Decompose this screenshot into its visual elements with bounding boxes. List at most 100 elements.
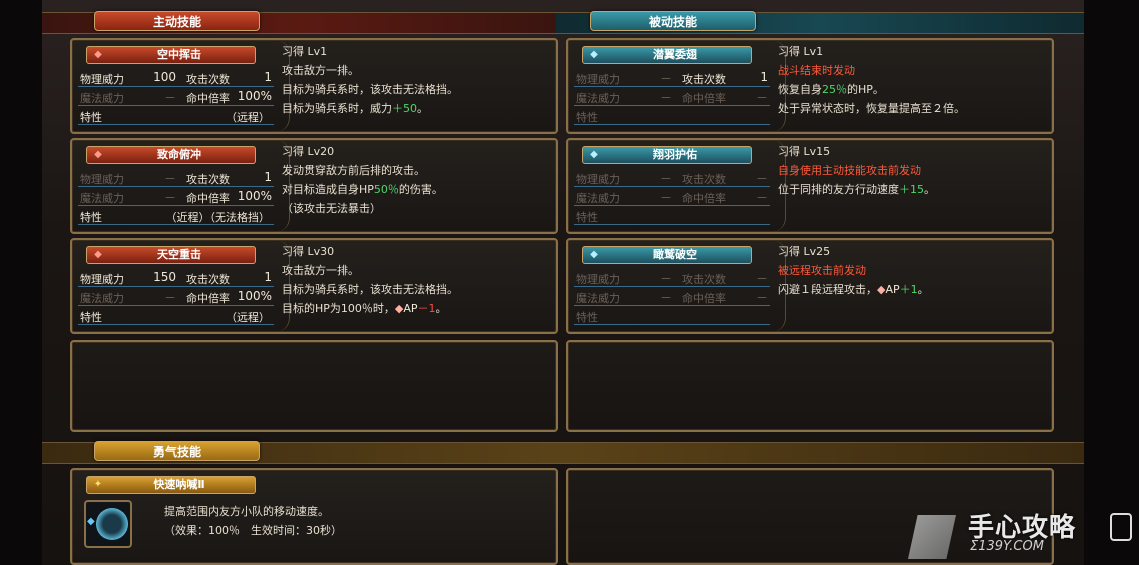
tab-active-skills[interactable]: 主动技能: [94, 11, 260, 31]
watermark-url: Σ139Y.COM: [970, 539, 1044, 554]
red-diamond-icon: ◆: [94, 149, 102, 160]
stat-value: －: [659, 172, 672, 186]
skill-description: 习得 Lv15 自身使用主动技能攻击前发动 位于同排的友方行动速度＋15。: [778, 142, 1046, 199]
skill-name-bar: ◆ 天空重击: [86, 246, 256, 264]
learn-level: 习得 Lv20: [282, 145, 335, 158]
stat-label: 命中倍率: [186, 292, 230, 305]
skill-name: 快速呐喊Ⅱ: [153, 478, 205, 491]
desc-line: 攻击敌方一排。: [282, 64, 359, 77]
stat-value: 1: [264, 170, 272, 184]
stat-value: －: [755, 172, 768, 186]
passive-skill-card[interactable]: ◆ 潜翼委翅 物理威力 － 攻击次数 1 魔法威力 － 命中倍率 － 特性 习得 Lv1 战…: [566, 38, 1054, 134]
skill-description: 提高范围内友方小队的移动速度。 （效果：100％ 生效时间：30秒）: [164, 502, 342, 540]
watermark-box-icon: [1110, 513, 1132, 541]
desc-line: 处于异常状态时，恢复量提高至２倍。: [778, 102, 965, 115]
desc-line: （效果：100％ 生效时间：30秒）: [164, 524, 342, 537]
desc-line: 提高范围内友方小队的移动速度。: [164, 505, 329, 518]
stat-label: 命中倍率: [682, 292, 726, 305]
skill-name: 空中挥击: [157, 48, 201, 61]
desc-line: （该攻击无法暴击）: [282, 202, 381, 215]
stat-label: 魔法威力: [80, 192, 124, 205]
courage-skill-icon: ◆: [84, 500, 132, 548]
stat-value: －: [163, 91, 176, 105]
learn-level: 习得 Lv1: [282, 45, 328, 58]
skill-stats: 物理威力 150 攻击次数 1 魔法威力 － 命中倍率 100% 特性 （远程）: [78, 268, 274, 325]
orb-icon: [96, 508, 128, 540]
stat-value: －: [659, 272, 672, 286]
active-skill-card[interactable]: ◆ 致命俯冲 物理威力 － 攻击次数 1 魔法威力 － 命中倍率 100% 特性 （近程）（无…: [70, 138, 558, 234]
stat-label: 特性: [576, 211, 598, 224]
stat-label: 特性: [576, 111, 598, 124]
trigger-condition: 被远程攻击前发动: [778, 264, 866, 277]
stat-value: 100%: [237, 289, 272, 303]
skill-description: 习得 Lv25 被远程攻击前发动 闪避１段远程攻击，◆AP＋1。: [778, 242, 1046, 299]
skill-description: 习得 Lv1 战斗结束时发动 恢复自身25％的HP。 处于异常状态时，恢复量提高…: [778, 42, 1046, 118]
gold-feather-icon: ✦: [93, 479, 103, 490]
desc-line: 攻击敌方一排。: [282, 264, 359, 277]
skill-name: 天空重击: [157, 248, 201, 261]
desc-line: 对目标造成自身HP50％的伤害。: [282, 183, 443, 196]
teal-diamond-icon: ◆: [590, 149, 598, 160]
stat-label: 魔法威力: [80, 292, 124, 305]
stat-value: 100%: [237, 89, 272, 103]
empty-skill-slot: [70, 340, 558, 432]
desc-line: 目标为骑兵系时，威力＋50。: [282, 102, 428, 115]
stat-label: 物理威力: [80, 273, 124, 286]
skill-name-bar: ◆ 翔羽护佑: [582, 146, 752, 164]
stat-value: －: [163, 191, 176, 205]
stat-label: 攻击次数: [682, 173, 726, 186]
stat-label: 魔法威力: [576, 92, 620, 105]
trigger-condition: 战斗结束时发动: [778, 64, 855, 77]
desc-line: 发动贯穿敌方前后排的攻击。: [282, 164, 425, 177]
stat-label: 魔法威力: [576, 192, 620, 205]
skill-name: 瞰鹫破空: [653, 248, 697, 261]
passive-skill-card[interactable]: ◆ 瞰鹫破空 物理威力 － 攻击次数 － 魔法威力 － 命中倍率 － 特性 习得 Lv25 …: [566, 238, 1054, 334]
stat-value: 1: [760, 70, 768, 84]
desc-line: 位于同排的友方行动速度＋15。: [778, 183, 935, 196]
stat-value: －: [659, 72, 672, 86]
courage-skill-card[interactable]: ✦ 快速呐喊Ⅱ ◆ 提高范围内友方小队的移动速度。 （效果：100％ 生效时间：…: [70, 468, 558, 565]
stat-value: －: [163, 291, 176, 305]
teal-diamond-icon: ◆: [590, 49, 598, 60]
active-skill-card[interactable]: ◆ 空中挥击 物理威力 100 攻击次数 1 魔法威力 － 命中倍率 100% 特性 （远程）…: [70, 38, 558, 134]
skill-stats: 物理威力 100 攻击次数 1 魔法威力 － 命中倍率 100% 特性 （远程）: [78, 68, 274, 125]
stat-value: 150: [153, 270, 176, 284]
skill-name: 翔羽护佑: [653, 148, 697, 161]
skill-name: 致命俯冲: [157, 148, 201, 161]
stat-value: －: [755, 191, 768, 205]
stat-label: 物理威力: [576, 73, 620, 86]
diamond-marker-icon: ◆: [87, 516, 95, 527]
tab-courage-skills[interactable]: 勇气技能: [94, 441, 260, 461]
stat-label: 魔法威力: [80, 92, 124, 105]
stat-label: 特性: [80, 111, 102, 124]
tab-passive-skills[interactable]: 被动技能: [590, 11, 756, 31]
trait-value: （远程）: [226, 111, 270, 124]
skill-name-bar: ✦ 快速呐喊Ⅱ: [86, 476, 256, 494]
skill-description: 习得 Lv30 攻击敌方一排。 目标为骑兵系时，该攻击无法格挡。 目标的HP为1…: [282, 242, 550, 318]
desc-line: 目标为骑兵系时，该攻击无法格挡。: [282, 283, 458, 296]
active-skill-card[interactable]: ◆ 天空重击 物理威力 150 攻击次数 1 魔法威力 － 命中倍率 100% 特性 （远程）…: [70, 238, 558, 334]
skill-stats: 物理威力 － 攻击次数 1 魔法威力 － 命中倍率 － 特性: [574, 68, 770, 125]
watermark-logo-icon: [908, 515, 956, 559]
stat-value: －: [755, 91, 768, 105]
stat-label: 命中倍率: [682, 92, 726, 105]
stat-label: 攻击次数: [186, 273, 230, 286]
stat-label: 攻击次数: [186, 173, 230, 186]
skill-window: 主动技能 被动技能 ◆ 空中挥击 物理威力 100 攻击次数 1 魔法威力 － 命中倍率 1…: [42, 0, 1084, 565]
stat-value: 100%: [237, 189, 272, 203]
skill-stats: 物理威力 － 攻击次数 － 魔法威力 － 命中倍率 － 特性: [574, 168, 770, 225]
red-diamond-icon: ◆: [94, 49, 102, 60]
game-screen: 主动技能 被动技能 ◆ 空中挥击 物理威力 100 攻击次数 1 魔法威力 － 命中倍率 1…: [0, 0, 1139, 565]
trait-value: （近程）（无法格挡）: [165, 211, 271, 224]
desc-line: 目标为骑兵系时，该攻击无法格挡。: [282, 83, 458, 96]
stat-label: 物理威力: [80, 173, 124, 186]
desc-line: 闪避１段远程攻击，◆AP＋1。: [778, 283, 929, 296]
stat-label: 物理威力: [576, 273, 620, 286]
skill-stats: 物理威力 － 攻击次数 － 魔法威力 － 命中倍率 － 特性: [574, 268, 770, 325]
skill-description: 习得 Lv20 发动贯穿敌方前后排的攻击。 对目标造成自身HP50％的伤害。 （…: [282, 142, 550, 218]
desc-line: 目标的HP为100％时，◆AP－1。: [282, 302, 447, 315]
trait-value: （远程）: [226, 311, 270, 324]
skill-stats: 物理威力 － 攻击次数 1 魔法威力 － 命中倍率 100% 特性 （近程）（无法格挡）: [78, 168, 274, 225]
passive-skill-card[interactable]: ◆ 翔羽护佑 物理威力 － 攻击次数 － 魔法威力 － 命中倍率 － 特性 习得 Lv15 …: [566, 138, 1054, 234]
learn-level: 习得 Lv30: [282, 245, 335, 258]
